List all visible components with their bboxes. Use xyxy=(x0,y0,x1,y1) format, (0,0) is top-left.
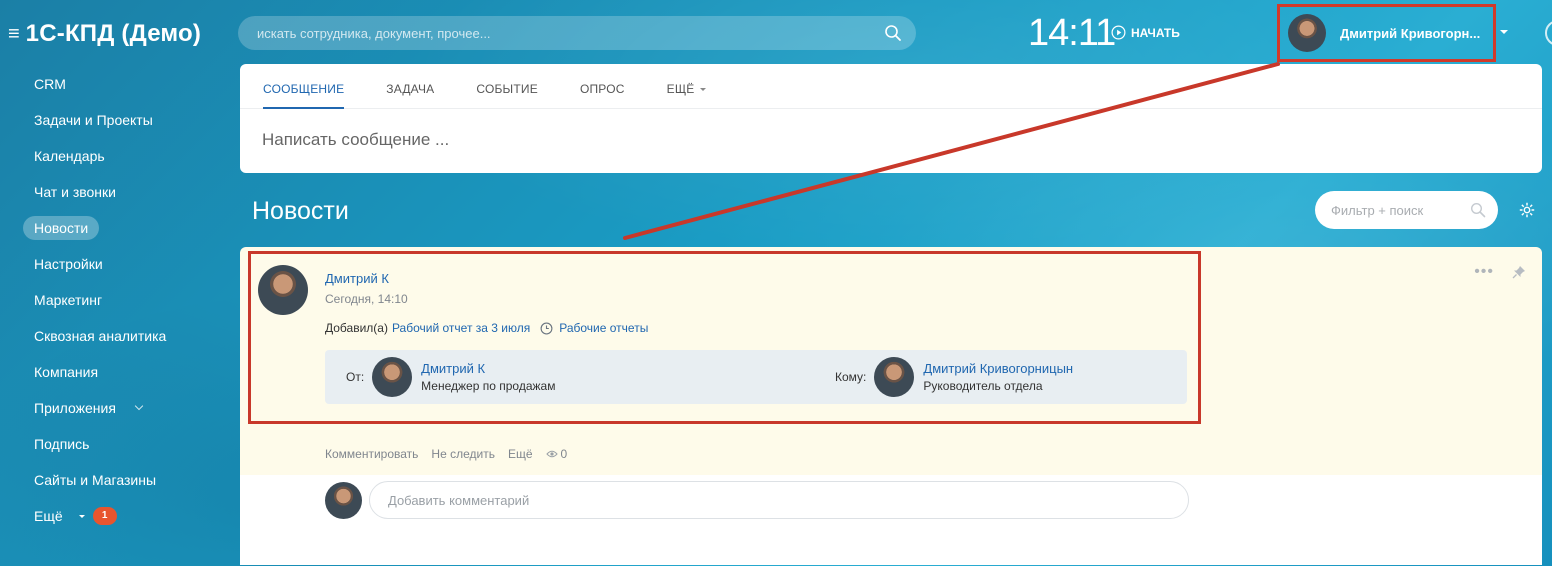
sidebar-item-news[interactable]: Новости xyxy=(23,210,223,246)
tab-event[interactable]: СОБЫТИЕ xyxy=(476,64,538,109)
menu-icon[interactable]: ≡ xyxy=(8,24,20,44)
sidebar-item-apps[interactable]: Приложения xyxy=(23,390,223,426)
news-post: ••• Дмитрий К Сегодня, 14:10 Добавил(а) … xyxy=(240,247,1542,565)
chevron-down-icon[interactable] xyxy=(1500,30,1508,34)
user-avatar xyxy=(1288,14,1326,52)
post-author[interactable]: Дмитрий К xyxy=(325,271,389,286)
eye-icon xyxy=(545,450,558,458)
notification-badge: 1 xyxy=(92,507,117,525)
sidebar-item-analytics[interactable]: Сквозная аналитика xyxy=(23,318,223,354)
post-action: Добавил(а) Рабочий отчет за 3 июля Рабоч… xyxy=(325,321,648,335)
author-avatar[interactable] xyxy=(258,265,308,315)
user-name: Дмитрий Кривогорн... xyxy=(1340,25,1481,41)
sidebar-item-tasks[interactable]: Задачи и Проекты xyxy=(23,102,223,138)
sidebar-item-calendar[interactable]: Календарь xyxy=(23,138,223,174)
post-composer: СООБЩЕНИЕ ЗАДАЧА СОБЫТИЕ ОПРОС ЕЩЁ Напис… xyxy=(240,64,1542,173)
start-label: НАЧАТЬ xyxy=(1131,25,1180,40)
to-role: Руководитель отдела xyxy=(923,379,1043,393)
comment-input[interactable] xyxy=(369,481,1189,519)
to-name[interactable]: Дмитрий Кривогорницын xyxy=(923,361,1073,376)
page-title: Новости xyxy=(252,197,349,225)
sidebar: CRM Задачи и Проекты Календарь Чат и зво… xyxy=(23,66,223,534)
avatar xyxy=(325,481,362,519)
sidebar-item-sites[interactable]: Сайты и Магазины xyxy=(23,462,223,498)
unfollow-link[interactable]: Не следить xyxy=(431,447,495,461)
search-bar[interactable] xyxy=(238,16,916,50)
tab-poll[interactable]: ОПРОС xyxy=(580,64,625,109)
from-name[interactable]: Дмитрий К xyxy=(421,361,555,376)
more-link[interactable]: Ещё xyxy=(508,447,533,461)
avatar[interactable] xyxy=(874,357,915,397)
to-label: Кому: xyxy=(835,370,867,384)
sidebar-item-settings[interactable]: Настройки xyxy=(23,246,223,282)
filter-input[interactable] xyxy=(1331,202,1470,218)
chevron-down-icon xyxy=(134,401,144,411)
report-link[interactable]: Рабочий отчет за 3 июля xyxy=(392,321,530,335)
pin-icon[interactable] xyxy=(1512,265,1526,279)
report-details: От: Дмитрий К Менеджер по продажам Кому:… xyxy=(325,350,1187,404)
more-options-icon[interactable]: ••• xyxy=(1474,263,1494,281)
user-menu[interactable]: Дмитрий Кривогорн... xyxy=(1277,4,1496,62)
app-title: 1С-КПД (Демо) xyxy=(25,20,202,47)
caret-down-icon xyxy=(78,514,85,518)
views-count: 0 xyxy=(560,447,568,461)
tab-more[interactable]: ЕЩЁ xyxy=(667,64,706,109)
message-input[interactable]: Написать сообщение ... xyxy=(262,130,449,150)
comment-link[interactable]: Комментировать xyxy=(325,447,418,461)
tab-message[interactable]: СООБЩЕНИЕ xyxy=(263,64,345,109)
clock-icon xyxy=(540,322,553,334)
sidebar-item-marketing[interactable]: Маркетинг xyxy=(23,282,223,318)
app-logo[interactable]: ≡ 1С-КПД (Демо) xyxy=(8,20,201,48)
sidebar-item-chat[interactable]: Чат и звонки xyxy=(23,174,223,210)
action-prefix: Добавил(а) xyxy=(325,321,388,335)
sidebar-item-more[interactable]: Ещё 1 xyxy=(23,498,223,534)
gear-icon[interactable] xyxy=(1518,201,1536,219)
start-workday-button[interactable]: НАЧАТЬ xyxy=(1111,25,1180,40)
clock: 14:11 xyxy=(1028,12,1116,54)
sidebar-item-crm[interactable]: CRM xyxy=(23,66,223,102)
composer-tabs: СООБЩЕНИЕ ЗАДАЧА СОБЫТИЕ ОПРОС ЕЩЁ xyxy=(240,64,1542,109)
avatar[interactable] xyxy=(372,357,413,397)
post-tools: ••• xyxy=(1474,263,1526,281)
reports-link[interactable]: Рабочие отчеты xyxy=(559,321,648,335)
comment-row xyxy=(325,481,1189,519)
search-icon[interactable] xyxy=(1470,202,1486,218)
report-from: От: Дмитрий К Менеджер по продажам xyxy=(346,350,555,404)
tab-task[interactable]: ЗАДАЧА xyxy=(386,64,434,109)
from-role: Менеджер по продажам xyxy=(421,379,556,393)
help-icon[interactable] xyxy=(1545,20,1552,46)
caret-down-icon xyxy=(699,88,706,92)
filter-search[interactable] xyxy=(1315,191,1498,229)
post-date: Сегодня, 14:10 xyxy=(325,292,408,306)
from-label: От: xyxy=(346,370,365,384)
search-icon[interactable] xyxy=(884,24,902,42)
search-input[interactable] xyxy=(257,25,884,41)
post-footer: Комментировать Не следить Ещё 0 xyxy=(325,447,580,461)
report-to: Кому: Дмитрий Кривогорницын Руководитель… xyxy=(835,350,1073,404)
sidebar-item-signature[interactable]: Подпись xyxy=(23,426,223,462)
sidebar-item-company[interactable]: Компания xyxy=(23,354,223,390)
play-icon xyxy=(1111,25,1126,40)
